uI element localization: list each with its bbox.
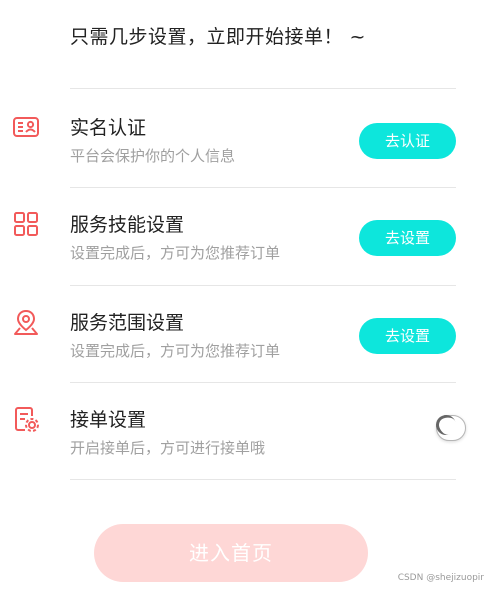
setup-page: 只需几步设置，立即开始接单！ ~ 实名认证 平台会保护你的个人信息 去认证 服务… <box>0 0 488 589</box>
watermark: CSDN @shejizuopir <box>397 573 484 583</box>
step-subtitle: 开启接单后，方可进行接单哦 <box>70 439 266 457</box>
step-subtitle: 设置完成后，方可为您推荐订单 <box>70 244 281 262</box>
step-title: 接单设置 <box>70 409 147 431</box>
step-title: 服务范围设置 <box>70 312 185 334</box>
step-title: 服务技能设置 <box>70 214 185 236</box>
step-row-order-settings: 接单设置 开启接单后，方可进行接单哦 <box>0 383 488 481</box>
area-settings-button[interactable]: 去设置 <box>359 318 456 354</box>
skills-settings-button[interactable]: 去设置 <box>359 220 456 256</box>
toggle-knob <box>433 412 459 438</box>
location-pin-icon <box>12 308 40 336</box>
step-subtitle: 设置完成后，方可为您推荐订单 <box>70 342 281 360</box>
verify-button[interactable]: 去认证 <box>359 123 456 159</box>
step-row-service-skills: 服务技能设置 设置完成后，方可为您推荐订单 去设置 <box>0 188 488 286</box>
enter-home-button[interactable]: 进入首页 <box>94 524 368 582</box>
id-card-icon <box>12 113 40 141</box>
step-row-service-area: 服务范围设置 设置完成后，方可为您推荐订单 去设置 <box>0 286 488 384</box>
step-row-real-name: 实名认证 平台会保护你的个人信息 去认证 <box>0 89 488 187</box>
page-headline: 只需几步设置，立即开始接单！ ~ <box>70 26 366 48</box>
step-subtitle: 平台会保护你的个人信息 <box>70 147 236 165</box>
divider <box>70 479 456 480</box>
document-settings-icon <box>12 405 40 433</box>
order-accept-toggle[interactable] <box>433 412 466 441</box>
grid-icon <box>12 210 40 238</box>
step-title: 实名认证 <box>70 117 147 139</box>
